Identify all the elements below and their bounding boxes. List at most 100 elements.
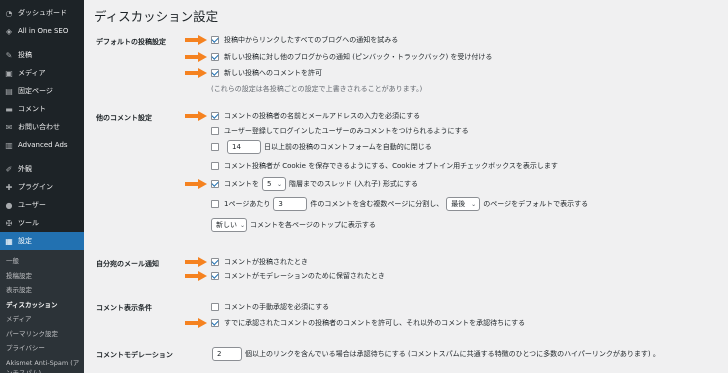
sidebar-item-label: お問い合わせ [18,123,60,131]
sidebar-item-pages[interactable]: ▤ 固定ページ [0,82,84,100]
submenu-discussion[interactable]: ディスカッション [0,298,84,313]
option-allow-comments[interactable]: 新しい投稿へのコメントを許可 [211,68,322,78]
option-moderation-links: 2 個以上のリンクを含んでいる場合は承認待ちにする (コメントスパムに共通する特徴… [212,347,660,361]
pin-icon: ✎ [5,50,13,60]
media-icon: ▣ [5,68,13,78]
submenu-permalink[interactable]: パーマリンク設定 [0,327,84,342]
sidebar-item-media[interactable]: ▣ メディア [0,64,84,82]
sidebar-item-label: ツール [18,219,39,227]
arrow-icon [185,111,207,121]
submenu-privacy[interactable]: プライバシー [0,341,84,356]
comment-order-select[interactable]: 新しい ⌄ [211,218,247,232]
settings-icon: ▦ [5,236,13,246]
sidebar-item-label: プラグイン [18,183,53,191]
submenu-akismet[interactable]: Akismet Anti-Spam (アンチスパム) [0,356,84,373]
sidebar-item-label: 固定ページ [18,87,53,95]
section-label-display: コメント表示条件 [96,304,152,312]
comment-icon: ▬ [5,104,13,114]
option-prior-approval[interactable]: すでに承認されたコメントの投稿者のコメントを許可し、それ以外のコメントを承認待ち… [211,318,525,328]
dashboard-icon: ◔ [5,8,13,18]
sidebar-item-tools[interactable]: ✠ ツール [0,214,84,232]
checkbox[interactable] [211,69,219,77]
sidebar-item-users[interactable]: ● ユーザー [0,196,84,214]
close-days-input[interactable]: 14 [227,140,261,154]
settings-submenu: 一般 投稿設定 表示設定 ディスカッション メディア パーマリンク設定 プライバ… [0,250,84,373]
sidebar-item-appearance[interactable]: ✐ 外観 [0,160,84,178]
sidebar-item-label: コメント [18,105,46,113]
appearance-icon: ✐ [5,164,13,174]
sidebar-item-label: ユーザー [18,201,46,209]
option-comment-order: 新しい ⌄ コメントを各ページのトップに表示する [211,218,376,232]
chevron-down-icon: ⌄ [276,180,282,188]
sidebar-item-label: All in One SEO [18,27,69,35]
sidebar-item-plugins[interactable]: ✚ プラグイン [0,178,84,196]
option-require-name-email[interactable]: コメントの投稿者の名前とメールアドレスの入力を必須にする [211,111,420,121]
seo-icon: ◈ [5,26,13,36]
thread-depth-select[interactable]: 5 ⌄ [262,177,286,191]
ads-icon: ▥ [5,140,13,150]
option-email-on-comment[interactable]: コメントが投稿されたとき [211,257,308,267]
checkbox[interactable] [211,143,219,151]
checkbox[interactable] [211,162,219,170]
chevron-down-icon: ⌄ [471,200,477,208]
option-ping-blogs[interactable]: 投稿中からリンクしたすべてのブログへの通知を試みる [211,35,398,45]
sidebar-item-label: メディア [18,69,46,77]
page-title: ディスカッション設定 [94,9,219,24]
checkbox[interactable] [211,258,219,266]
submenu-reading[interactable]: 表示設定 [0,283,84,298]
chevron-down-icon: ⌄ [240,221,246,229]
default-page-select[interactable]: 最後 ⌄ [446,197,481,211]
checkbox[interactable] [211,303,219,311]
sidebar-item-label: 投稿 [18,51,32,59]
option-allow-pingbacks[interactable]: 新しい投稿に対し他のブログからの通知 (ピンバック・トラックバック) を受け付け… [211,52,492,62]
option-paginate-comments[interactable]: 1ページあたり 3 件のコメントを含む複数ページに分割し、 最後 ⌄ のページをデフォルト… [211,197,588,211]
sidebar-item-comments[interactable]: ▬ コメント [0,100,84,118]
sidebar-item-settings[interactable]: ▦ 設定 [0,232,84,250]
arrow-icon [185,68,207,78]
option-close-comments[interactable]: 14 日以上前の投稿のコメントフォームを自動的に閉じる [211,140,432,154]
submenu-general[interactable]: 一般 [0,254,84,269]
sidebar-item-dashboard[interactable]: ◔ ダッシュボード [0,4,84,22]
sidebar-item-label: 外観 [18,165,32,173]
arrow-icon [185,257,207,267]
arrow-icon [185,271,207,281]
sidebar-item-contact[interactable]: ✉ お問い合わせ [0,118,84,136]
checkbox[interactable] [211,127,219,135]
checkbox[interactable] [211,200,219,208]
checkbox[interactable] [211,180,219,188]
checkbox[interactable] [211,112,219,120]
submenu-media[interactable]: メディア [0,312,84,327]
main-content: ディスカッション設定 デフォルトの投稿設定 投稿中からリンクしたすべてのブログへ… [84,0,728,373]
option-email-on-moderation[interactable]: コメントがモデレーションのために保留されたとき [211,271,385,281]
checkbox[interactable] [211,36,219,44]
checkbox[interactable] [211,272,219,280]
option-registered-only[interactable]: ユーザー登録してログインしたユーザーのみコメントをつけられるようにする [211,126,469,136]
sidebar-item-label: 設定 [18,237,32,245]
tool-icon: ✠ [5,218,13,228]
page-icon: ▤ [5,86,13,96]
default-post-note: (これらの設定は各投稿ごとの設定で上書きされることがあります。) [211,85,423,93]
option-manual-approval[interactable]: コメントの手動承認を必須にする [211,302,329,312]
user-icon: ● [5,200,13,210]
section-label-email: 自分宛のメール通知 [96,260,159,268]
arrow-icon [185,179,207,189]
sidebar-item-ads[interactable]: ▥ Advanced Ads [0,136,84,154]
submenu-writing[interactable]: 投稿設定 [0,269,84,284]
sidebar-item-posts[interactable]: ✎ 投稿 [0,46,84,64]
checkbox[interactable] [211,319,219,327]
arrow-icon [185,52,207,62]
section-label-moderation: コメントモデレーション [96,351,173,359]
option-cookie-optin[interactable]: コメント投稿者が Cookie を保存できるようにする、Cookie オプトイン… [211,161,558,171]
arrow-icon [185,35,207,45]
arrow-icon [185,318,207,328]
link-count-input[interactable]: 2 [212,347,242,361]
plugin-icon: ✚ [5,182,13,192]
mail-icon: ✉ [5,122,13,132]
option-threaded-comments[interactable]: コメントを 5 ⌄ 階層までのスレッド (入れ子) 形式にする [211,177,418,191]
per-page-input[interactable]: 3 [273,197,308,211]
section-label-default-post: デフォルトの投稿設定 [96,38,166,46]
sidebar-item-seo[interactable]: ◈ All in One SEO [0,22,84,40]
sidebar-item-label: ダッシュボード [18,9,67,17]
checkbox[interactable] [211,53,219,61]
admin-sidebar: ◔ ダッシュボード ◈ All in One SEO ✎ 投稿 ▣ メディア ▤ 固定ペー… [0,0,84,373]
